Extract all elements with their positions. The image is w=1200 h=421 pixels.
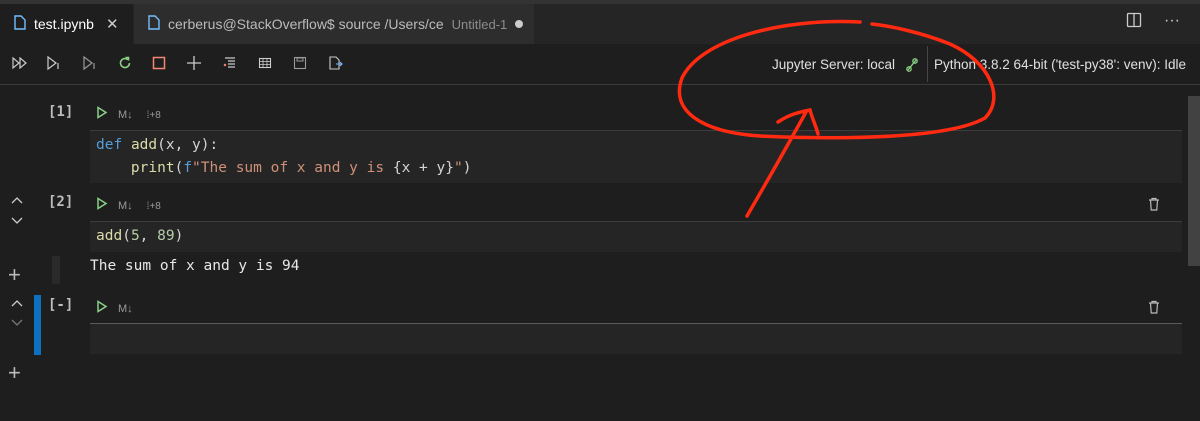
annotation-arrow [745, 107, 820, 218]
annotation-circle [677, 19, 996, 140]
annotation-overlay [677, 19, 996, 218]
